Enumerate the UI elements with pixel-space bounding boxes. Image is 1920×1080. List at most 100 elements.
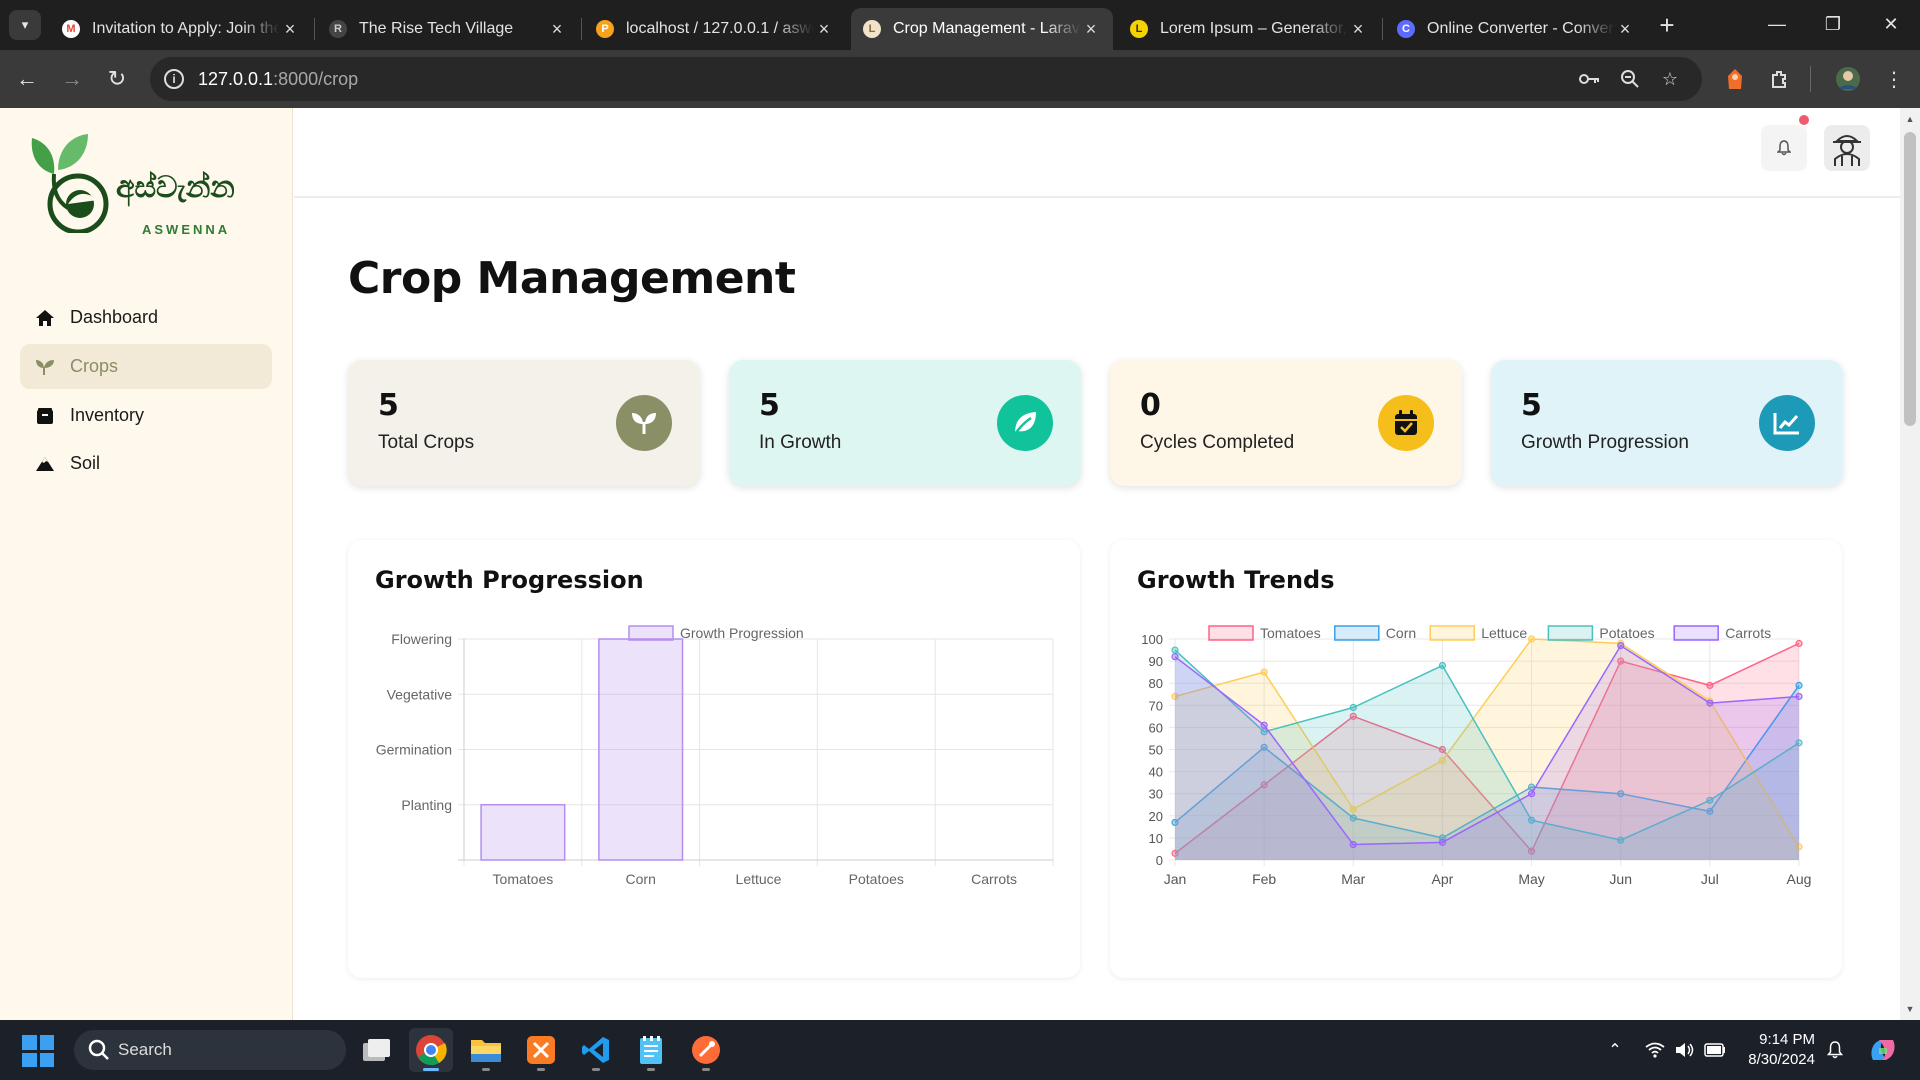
restore-button[interactable]: ❐ [1808, 6, 1858, 42]
top-bar [294, 108, 1906, 198]
x-tick-label: May [1518, 871, 1544, 887]
legend-swatch [1429, 625, 1475, 641]
page-title: Crop Management [348, 253, 796, 304]
taskbar-search[interactable]: Search [74, 1030, 346, 1070]
zoom-icon[interactable] [1618, 67, 1642, 91]
reload-button[interactable]: ↻ [100, 62, 134, 96]
notepad-icon[interactable] [629, 1028, 673, 1072]
minimize-button[interactable]: — [1752, 6, 1802, 42]
profile-avatar-icon[interactable] [1832, 63, 1864, 95]
browser-tab-5[interactable]: L Lorem Ipsum – Generator, × [1118, 8, 1380, 50]
x-tick-label: Lettuce [736, 871, 782, 887]
forward-button[interactable]: → [55, 62, 89, 96]
browser-menu-icon[interactable]: ⋮ [1878, 63, 1910, 95]
sidebar-item-soil[interactable]: Soil [20, 441, 272, 486]
growth-trends-panel: Growth Trends 0 10 20 30 40 50 60 70 80 90 100 Jan F… [1110, 540, 1842, 978]
y-tick-label: 100 [1141, 632, 1163, 647]
notifications-bell-icon[interactable] [1823, 1038, 1847, 1062]
x-tick-label: Aug [1787, 871, 1812, 887]
page-scrollbar[interactable]: ▲ ▼ [1900, 108, 1920, 1020]
sidebar-item-inventory[interactable]: Inventory [20, 393, 272, 438]
growth-progression-panel: Growth Progression Planting Germination Ve… [348, 540, 1080, 978]
stat-label: Growth Progression [1521, 432, 1689, 453]
xampp-icon[interactable] [519, 1028, 563, 1072]
wifi-icon[interactable] [1643, 1038, 1667, 1062]
file-explorer-icon[interactable] [464, 1028, 508, 1072]
close-tab-icon[interactable]: × [280, 19, 300, 40]
legend-label: Potatoes [1599, 625, 1654, 641]
point-carrots [1171, 653, 1179, 661]
windows-taskbar: Search ⌃ 9:14 PM 8/30/2024 [0, 1020, 1920, 1080]
user-avatar[interactable] [1824, 125, 1870, 171]
aswenna-logo[interactable]: අස්වැන්න ASWENNA [28, 128, 258, 237]
show-hidden-icons-chevron[interactable]: ⌃ [1603, 1038, 1627, 1062]
lorem-icon: L [1130, 20, 1148, 38]
battery-icon[interactable] [1703, 1038, 1727, 1062]
chart-line-icon [1759, 395, 1815, 451]
sidebar-item-dashboard[interactable]: Dashboard [20, 295, 272, 340]
x-tick-label: Jan [1164, 871, 1187, 887]
converter-icon: C [1397, 20, 1415, 38]
volume-icon[interactable] [1673, 1038, 1697, 1062]
box-icon [34, 405, 56, 427]
x-tick-label: Jul [1701, 871, 1719, 887]
tab-title: Invitation to Apply: Join the [92, 20, 280, 37]
taskbar-clock[interactable]: 9:14 PM 8/30/2024 [1735, 1030, 1815, 1070]
y-tick-label: 40 [1149, 765, 1163, 780]
windows-start-button[interactable] [22, 1035, 54, 1067]
close-window-button[interactable]: ✕ [1866, 6, 1916, 42]
scroll-thumb[interactable] [1904, 132, 1916, 426]
password-key-icon[interactable] [1578, 67, 1602, 91]
task-view-icon[interactable] [354, 1028, 398, 1072]
sidebar-item-crops[interactable]: Crops [20, 344, 272, 389]
vscode-icon[interactable] [574, 1028, 618, 1072]
url-path: :8000/crop [273, 68, 359, 89]
scroll-down-arrow[interactable]: ▼ [1900, 1000, 1920, 1018]
browser-tab-2[interactable]: R The Rise Tech Village × [317, 8, 579, 50]
legend-label: Tomatoes [1260, 625, 1321, 641]
new-tab-button[interactable]: + [1652, 10, 1682, 40]
point-carrots [1349, 840, 1357, 849]
browser-tab-3[interactable]: Plocalhost / 127.0.0.1 / aswe × [584, 8, 846, 50]
sidebar-item-label: Soil [70, 453, 101, 473]
close-tab-icon[interactable]: × [547, 19, 567, 40]
copilot-icon[interactable] [1865, 1032, 1901, 1068]
y-tick-label: 30 [1149, 787, 1163, 802]
brand-name-sinhala: අස්වැන්න [116, 170, 235, 205]
close-tab-icon[interactable]: × [1081, 19, 1101, 40]
point-potatoes [1171, 646, 1179, 654]
tab-search-dropdown[interactable]: ▾ [9, 10, 41, 40]
extension-fox-icon[interactable] [1719, 63, 1751, 95]
close-tab-icon[interactable]: × [1348, 19, 1368, 40]
site-info-icon[interactable]: i [164, 69, 184, 89]
close-tab-icon[interactable]: × [1615, 19, 1635, 40]
url-host: 127.0.0.1 [198, 68, 274, 89]
chrome-icon[interactable] [409, 1028, 453, 1072]
seedling-icon [34, 356, 56, 378]
point-carrots [1617, 642, 1625, 650]
sidebar-item-label: Crops [70, 356, 119, 376]
y-tick-label: 60 [1149, 720, 1163, 735]
extensions-puzzle-icon[interactable] [1764, 63, 1796, 95]
sidebar-item-label: Inventory [70, 405, 145, 425]
back-button[interactable]: ← [10, 62, 44, 96]
y-tick-label: 80 [1149, 676, 1163, 691]
address-bar[interactable]: i 127.0.0.1:8000/crop ☆ [150, 57, 1702, 101]
sidebar-item-label: Dashboard [70, 307, 159, 327]
legend-swatch [1334, 625, 1380, 641]
leaf-icon [997, 395, 1053, 451]
browser-tab-4[interactable]: L Crop Management - Larave × [851, 8, 1113, 50]
browser-tab-6[interactable]: C Online Converter - Convert × [1385, 8, 1647, 50]
close-tab-icon[interactable]: × [814, 19, 834, 40]
y-tick-label: 50 [1149, 743, 1163, 758]
notifications-button[interactable] [1761, 125, 1807, 171]
legend-swatch [1673, 625, 1719, 641]
browser-tab-1[interactable]: M Invitation to Apply: Join the × [50, 8, 312, 50]
postman-icon[interactable] [684, 1028, 728, 1072]
home-icon [34, 307, 56, 329]
point-tomatoes [1795, 639, 1803, 648]
bookmark-star-icon[interactable]: ☆ [1658, 67, 1682, 91]
x-tick-label: Apr [1432, 871, 1454, 887]
scroll-up-arrow[interactable]: ▲ [1900, 110, 1920, 128]
browser-tab-bar: ▾ M Invitation to Apply: Join the × R The Ri… [0, 0, 1920, 50]
